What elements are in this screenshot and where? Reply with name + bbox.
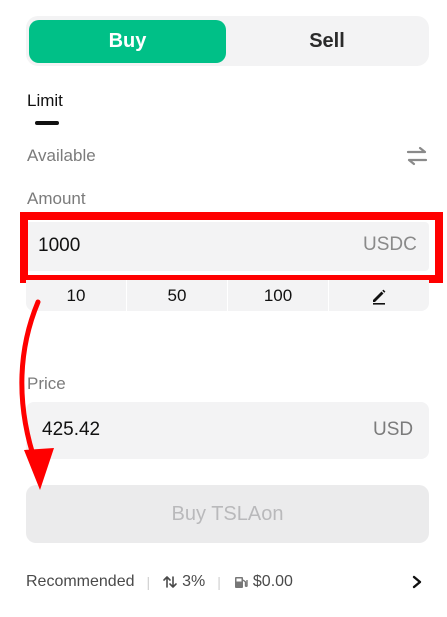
buy-tab[interactable]: Buy xyxy=(29,20,226,63)
quick-amount-50[interactable]: 50 xyxy=(127,280,228,311)
pencil-icon xyxy=(373,289,386,305)
slippage-icon xyxy=(162,574,178,590)
divider: | xyxy=(217,574,221,590)
buy-submit-button[interactable]: Buy TSLAon xyxy=(26,485,429,543)
price-label: Price xyxy=(27,374,66,393)
chevron-right-icon[interactable] xyxy=(410,572,424,592)
quick-amount-10[interactable]: 10 xyxy=(26,280,127,311)
gas-icon xyxy=(233,574,249,590)
fee-value: $0.00 xyxy=(252,573,293,590)
quick-amount-100[interactable]: 100 xyxy=(228,280,329,311)
highlight-box xyxy=(20,212,443,283)
tab-limit[interactable]: Limit xyxy=(27,91,63,111)
amount-label: Amount xyxy=(27,189,86,208)
price-unit: USD xyxy=(373,419,414,440)
tab-limit-underline xyxy=(35,121,59,125)
available-label: Available xyxy=(27,146,96,165)
price-value: 425.42 xyxy=(42,419,101,440)
divider: | xyxy=(146,574,151,590)
footer-bar[interactable]: Recommended | 3% | $0.00 xyxy=(26,570,429,594)
edit-amount-button[interactable] xyxy=(329,280,429,311)
quick-amount-row: 10 50 100 xyxy=(26,280,429,311)
swap-icon[interactable] xyxy=(405,146,429,166)
sell-tab[interactable]: Sell xyxy=(228,20,426,63)
slippage-value: 3% xyxy=(182,573,206,590)
recommended-label: Recommended xyxy=(26,573,135,590)
